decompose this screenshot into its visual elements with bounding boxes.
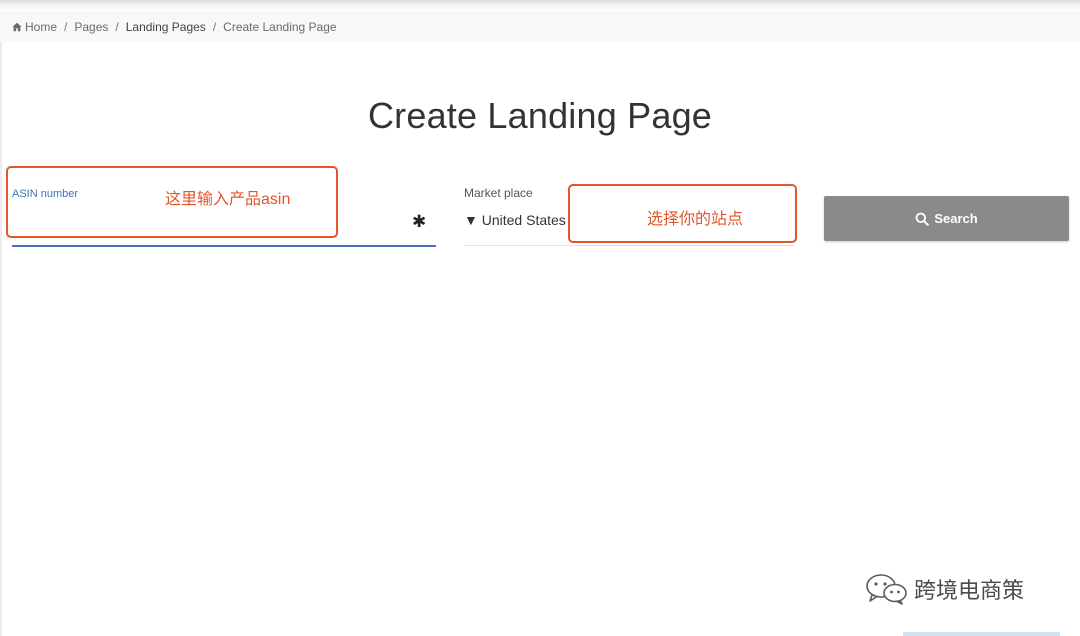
breadcrumb-separator: / <box>115 20 119 34</box>
asin-input-underline <box>12 245 436 247</box>
watermark-text: 跨境电商策 <box>914 578 1025 603</box>
wechat-icon <box>866 574 907 605</box>
page-title: Create Landing Page <box>367 95 713 136</box>
breadcrumb-separator: / <box>212 20 217 34</box>
breadcrumb-pages[interactable]: Pages <box>74 20 108 34</box>
watermark: 跨境电商策 <box>864 572 1024 606</box>
bottom-strip <box>903 632 1060 636</box>
marketplace-underline <box>464 245 794 246</box>
breadcrumb-current: Create Landing Page <box>223 20 337 34</box>
breadcrumb-home[interactable]: Home <box>12 20 57 34</box>
required-asterisk-icon: ✱ <box>412 212 427 231</box>
top-shadow <box>0 0 1080 12</box>
breadcrumb-landing-pages[interactable]: Landing Pages <box>126 20 206 34</box>
page: Home / Pages / Landing Pages / Create La… <box>0 0 1080 636</box>
search-button-label: Search <box>934 211 978 226</box>
search-button[interactable]: Search <box>824 196 1069 241</box>
home-icon <box>12 22 22 32</box>
search-icon <box>915 212 930 226</box>
market-annotation-text: 选择你的站点 <box>647 211 744 228</box>
marketplace-select[interactable]: ▼ United States <box>464 212 566 228</box>
asin-annotation-text: 这里输入产品asin <box>165 191 291 208</box>
breadcrumb: Home / Pages / Landing Pages / Create La… <box>0 12 1080 42</box>
breadcrumb-separator: / <box>64 20 68 34</box>
marketplace-label: Market place <box>464 186 533 200</box>
breadcrumb-home-label: Home <box>25 20 58 34</box>
